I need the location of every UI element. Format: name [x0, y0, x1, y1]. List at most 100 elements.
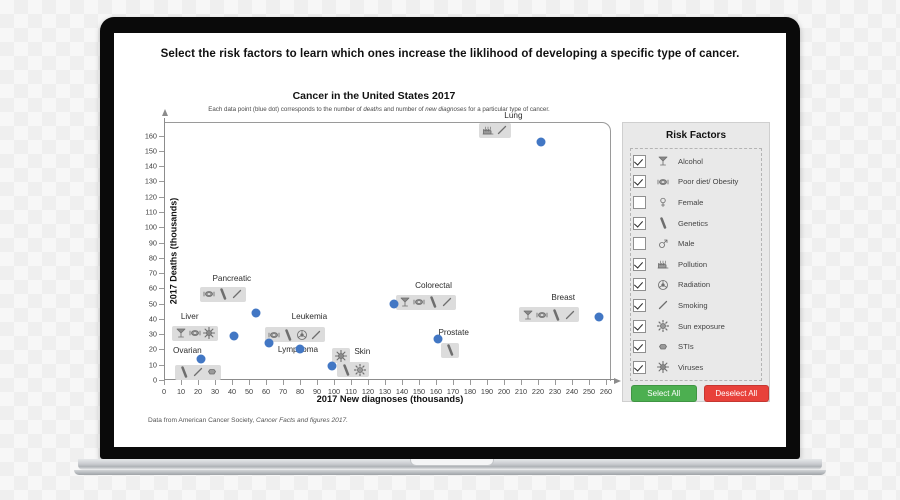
diet-icon: [536, 309, 548, 321]
y-axis-tick-label: 130: [144, 176, 157, 186]
stis-icon: [206, 366, 218, 378]
x-axis-tick: [487, 380, 488, 385]
risk-factor-checkbox[interactable]: [633, 237, 646, 251]
risk-factor-label: Sun exposure: [678, 321, 725, 331]
data-point-leukemia[interactable]: [264, 338, 274, 348]
risk-factor-badge-breast: [519, 307, 580, 323]
x-axis-tick: [181, 380, 182, 385]
x-axis-tick-label: 200: [497, 387, 511, 396]
x-axis-tick: [215, 380, 216, 385]
diet-icon: [653, 176, 673, 188]
x-axis-tick-label: 210: [514, 387, 528, 396]
smoking-icon: [653, 299, 673, 311]
y-axis-arrow-icon: [161, 109, 168, 116]
data-point-colorectal[interactable]: [389, 299, 398, 309]
risk-factor-checkbox[interactable]: [633, 298, 646, 312]
x-axis-tick-label: 180: [463, 387, 477, 396]
risk-factor-row-sun-exposure[interactable]: Sun exposure: [631, 316, 761, 337]
chart-subtitle-part-b: and number of: [381, 106, 426, 113]
risk-factor-label: Alcohol: [678, 156, 703, 166]
risk-factor-badge-pancreatic: [199, 286, 246, 302]
x-axis-tick: [572, 380, 573, 385]
risk-factor-checkbox[interactable]: [633, 216, 646, 230]
stis-icon: [653, 341, 673, 353]
y-axis-tick-label: 70: [148, 268, 157, 278]
risk-factor-row-radiation[interactable]: Radiation: [631, 275, 761, 296]
chart-subtitle-part-a: Each data point (blue dot) corresponds t…: [208, 106, 364, 113]
source-part-b: Cancer Facts and figures 2017.: [255, 417, 348, 424]
pollution-icon: [482, 124, 494, 136]
risk-factor-checkbox[interactable]: [633, 257, 646, 271]
x-axis-tick: [589, 380, 590, 385]
smoking-icon: [310, 329, 322, 341]
y-axis-tick: [159, 334, 164, 336]
x-axis-arrow-icon: [614, 377, 621, 384]
genetics-icon: [653, 217, 673, 229]
data-point-skin[interactable]: [327, 361, 337, 371]
risk-factor-checkbox[interactable]: [633, 278, 646, 292]
x-axis-tick-label: 60: [261, 387, 271, 396]
screenshot-root: Select the risk factors to learn which o…: [0, 0, 900, 500]
risk-factor-badge-colorectal: [395, 294, 456, 310]
x-axis-tick: [402, 380, 403, 385]
x-axis-tick-label: 50: [244, 387, 254, 396]
data-point-prostate[interactable]: [433, 334, 443, 344]
risk-factor-label: Radiation: [678, 280, 711, 290]
page-headline: Select the risk factors to learn which o…: [160, 48, 740, 60]
x-axis-tick-label: 250: [582, 387, 596, 396]
risk-factor-row-female[interactable]: Female: [631, 192, 761, 213]
alcohol-icon: [653, 155, 673, 167]
smoking-icon: [231, 288, 243, 300]
data-point-lung[interactable]: [536, 137, 546, 147]
alcohol-icon: [175, 327, 187, 339]
data-point-breast[interactable]: [594, 312, 604, 322]
x-axis-tick: [538, 380, 539, 385]
genetics-icon: [444, 344, 456, 356]
risk-factor-checkbox[interactable]: [633, 319, 646, 333]
y-axis-tick: [159, 150, 164, 152]
risk-factor-row-male[interactable]: Male: [631, 233, 761, 254]
x-axis-tick: [419, 380, 420, 385]
risk-factor-checkbox[interactable]: [633, 154, 646, 168]
y-axis-tick-label: 40: [148, 314, 157, 324]
laptop-screen: Select the risk factors to learn which o…: [114, 33, 786, 447]
risk-factor-row-alcohol[interactable]: Alcohol: [631, 151, 761, 172]
risk-factor-badge-prostate: [440, 342, 459, 358]
y-axis-tick: [159, 303, 164, 305]
data-point-lymphoma[interactable]: [295, 344, 305, 354]
chart-subtitle: Each data point (blue dot) corresponds t…: [144, 106, 614, 113]
x-axis-tick-label: 230: [548, 387, 562, 396]
risk-factor-checkbox[interactable]: [633, 195, 646, 209]
y-axis-tick-label: 100: [144, 222, 157, 232]
y-axis-tick: [159, 318, 164, 320]
y-axis-tick-label: 30: [148, 329, 157, 339]
genetics-icon: [340, 364, 352, 376]
risk-factor-checkbox[interactable]: [633, 340, 646, 354]
data-point-pancreatic[interactable]: [251, 308, 261, 318]
data-point-ovarian[interactable]: [196, 354, 206, 364]
y-axis-tick-label: 50: [148, 299, 157, 309]
data-point-liver[interactable]: [229, 331, 239, 341]
x-axis-tick: [334, 380, 335, 385]
data-point-label-lung: Lung: [504, 110, 523, 120]
x-axis-tick: [504, 380, 505, 385]
risk-factor-row-stis[interactable]: STIs: [631, 336, 761, 357]
risk-factor-checkbox[interactable]: [633, 175, 646, 189]
x-axis-tick: [606, 380, 607, 385]
y-axis-tick: [159, 349, 164, 351]
diet-icon: [413, 296, 425, 308]
x-axis-tick: [266, 380, 267, 385]
risk-factor-checkbox[interactable]: [633, 360, 646, 374]
risk-factor-row-viruses[interactable]: Viruses: [631, 357, 761, 378]
risk-factor-row-poor-diet-obesity[interactable]: Poor diet/ Obesity: [631, 172, 761, 193]
deselect-all-button[interactable]: Deselect All: [703, 385, 769, 402]
scatter-plot: 2017 Deaths (thousands) 2017 New diagnos…: [145, 109, 621, 404]
genetics-icon: [427, 296, 439, 308]
x-axis-tick: [368, 380, 369, 385]
risk-factor-row-smoking[interactable]: Smoking: [631, 295, 761, 316]
risk-factor-row-pollution[interactable]: Pollution: [631, 254, 761, 275]
x-axis-tick-label: 240: [565, 387, 579, 396]
radiation-icon: [296, 329, 308, 341]
risk-factor-row-genetics[interactable]: Genetics: [631, 213, 761, 234]
select-all-button[interactable]: Select All: [631, 385, 697, 402]
